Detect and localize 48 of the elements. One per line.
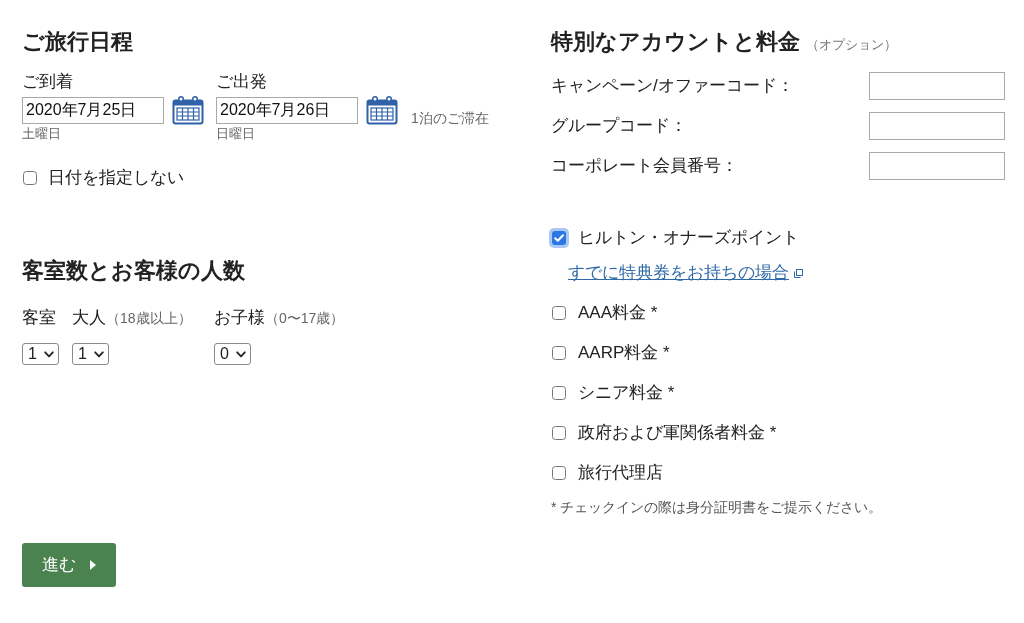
optional-note: （オプション） — [806, 36, 897, 54]
section-heading: 特別なアカウントと料金 — [551, 28, 800, 56]
code-label: グループコード： — [551, 115, 687, 137]
checkbox[interactable] — [551, 305, 567, 321]
checkbox[interactable] — [551, 345, 567, 361]
checkbox-label: 政府および軍関係者料金 * — [578, 422, 777, 444]
checkbox[interactable] — [551, 385, 567, 401]
calendar-icon[interactable] — [366, 95, 398, 125]
checkbox[interactable] — [551, 465, 567, 481]
checkbox-label: シニア料金 * — [578, 382, 675, 404]
checkbox-label: ヒルトン・オナーズポイント — [578, 227, 799, 249]
number-dropdown[interactable]: 0 — [214, 343, 251, 365]
section-heading: ご旅行日程 — [22, 28, 133, 56]
guest-label: 大人 — [72, 307, 106, 329]
date-field[interactable]: 2020年7月26日 — [216, 96, 358, 124]
code-label: コーポレート会員番号： — [551, 155, 738, 177]
stay-length-text: 1泊のご滞在 — [411, 109, 489, 128]
guest-label: 客室 — [22, 307, 56, 329]
checkbox-label: 旅行代理店 — [578, 462, 663, 484]
date-field[interactable]: 2020年7月25日 — [22, 96, 164, 124]
chevron-down-icon — [44, 350, 54, 358]
checkbox[interactable] — [551, 425, 567, 441]
footnote: * チェックインの際は身分証明書をご提示ください。 — [551, 498, 883, 517]
chevron-down-icon — [236, 350, 246, 358]
checkbox[interactable] — [549, 228, 569, 248]
continue-button[interactable]: 進む — [22, 543, 116, 587]
date-label: ご出発 — [216, 71, 267, 93]
age-note: （0〜17歳） — [265, 309, 345, 328]
code-field[interactable] — [869, 72, 1005, 100]
section-heading: 客室数とお客様の人数 — [22, 257, 245, 285]
number-dropdown[interactable]: 1 — [72, 343, 109, 365]
caret-right-icon — [90, 560, 96, 570]
checkbox[interactable] — [22, 170, 38, 186]
weekday-text: 土曜日 — [22, 126, 61, 142]
external-link-icon — [794, 268, 803, 278]
checkbox-label: 日付を指定しない — [48, 167, 184, 189]
date-label: ご到着 — [22, 71, 73, 93]
code-label: キャンペーン/オファーコード： — [551, 75, 794, 97]
checkbox-label: AARP料金 * — [578, 342, 670, 364]
age-note: （18歳以上） — [106, 309, 192, 328]
calendar-icon[interactable] — [172, 95, 204, 125]
number-dropdown[interactable]: 1 — [22, 343, 59, 365]
checkbox-label: AAA料金 * — [578, 302, 658, 324]
code-field[interactable] — [869, 152, 1005, 180]
chevron-down-icon — [94, 350, 104, 358]
weekday-text: 日曜日 — [216, 126, 255, 142]
code-field[interactable] — [869, 112, 1005, 140]
guest-label: お子様 — [214, 307, 265, 329]
